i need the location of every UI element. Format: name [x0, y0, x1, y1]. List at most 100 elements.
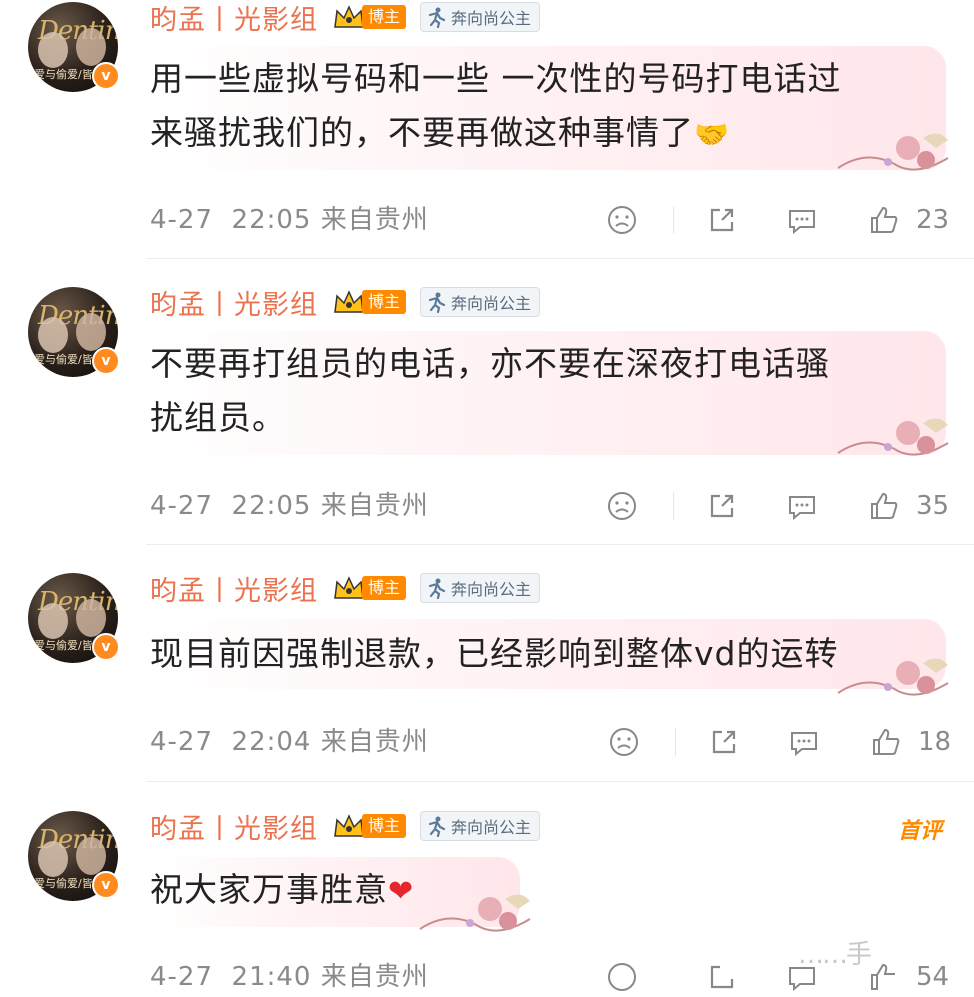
- comment-bubble-icon[interactable]: [788, 726, 820, 758]
- comment-date: 4-27: [150, 205, 214, 235]
- comment-header: 昀孟丨光影组 博主 奔向尚公主: [150, 283, 541, 322]
- share-icon[interactable]: [708, 726, 740, 758]
- comment-meta: 4-27 21:40 来自贵州: [150, 957, 429, 997]
- comment-text: 祝大家万事胜意❤: [150, 863, 414, 919]
- avatar-figure: [38, 841, 68, 877]
- thumbs-up-icon[interactable]: [868, 204, 900, 236]
- comment-footer: 4-27 22:04 来自贵州 18: [150, 722, 951, 762]
- comment-footer: 4-27 22:05 来自贵州 35: [150, 486, 950, 526]
- running-figure-icon: [428, 7, 446, 28]
- like-count: 54: [916, 962, 950, 992]
- comment-header: 昀孟丨光影组 博主 奔向尚公主: [150, 0, 541, 37]
- comment-text-span: 祝大家万事胜意: [150, 870, 388, 909]
- verified-icon: v: [92, 347, 120, 375]
- blogger-badge-label: 博主: [362, 814, 407, 838]
- blogger-badge-label: 博主: [362, 290, 407, 314]
- comment-footer: 4-27 22:05 来自贵州 23: [150, 200, 950, 240]
- avatar-caption: 爱与偷爱/皆: [34, 639, 93, 652]
- comment-text: 不要再打组员的电话，亦不要在深夜打电话骚 扰组员。: [150, 337, 830, 445]
- avatar-figure: [38, 317, 68, 353]
- username[interactable]: 昀孟丨光影组: [150, 807, 318, 846]
- avatar-caption: 爱与偷爱/皆: [34, 877, 93, 890]
- comment-header: 昀孟丨光影组 博主 奔向尚公主: [150, 807, 541, 846]
- share-icon[interactable]: [706, 204, 738, 236]
- divider: [675, 728, 676, 756]
- avatar-figure: [76, 837, 106, 875]
- comment-text-line: 祝大家万事胜意❤: [150, 863, 414, 919]
- username[interactable]: 昀孟丨光影组: [150, 283, 318, 322]
- comment-item: Dentin 爱与偷爱/皆 v 昀孟丨光影组 博主 奔向尚公主 不要再打组员的电…: [0, 285, 974, 545]
- comment-time: 22:05: [231, 491, 312, 521]
- avatar-figure: [76, 313, 106, 351]
- comment-text-line: 不要再打组员的电话，亦不要在深夜打电话骚: [150, 344, 830, 383]
- comment-item: Dentin 爱与偷爱/皆 v 昀孟丨光影组 博主 奔向尚公主 现目前因强制退款…: [0, 571, 974, 781]
- fan-badge-label: 奔向尚公主: [451, 294, 532, 313]
- fan-badge[interactable]: 奔向尚公主: [420, 573, 541, 603]
- sad-face-icon[interactable]: [608, 726, 640, 758]
- avatar-figure: [38, 32, 68, 68]
- avatar-figure: [76, 28, 106, 66]
- crown-icon: [334, 814, 364, 837]
- blogger-badge[interactable]: 博主: [332, 288, 407, 316]
- avatar-figure: [76, 599, 106, 637]
- comment-meta: 4-27 22:05 来自贵州: [150, 486, 429, 526]
- comment-item: Dentin 爱与偷爱/皆 v 昀孟丨光影组 博主 奔向尚公主 用一些虚拟号码和…: [0, 0, 974, 260]
- comment-divider: [146, 781, 974, 782]
- verified-icon: v: [92, 871, 120, 899]
- divider: [673, 206, 674, 234]
- comment-bubble-icon[interactable]: [786, 490, 818, 522]
- blogger-badge[interactable]: 博主: [332, 812, 407, 840]
- running-figure-icon: [428, 292, 446, 313]
- sad-face-icon[interactable]: [606, 204, 638, 236]
- comment-bubble-icon[interactable]: [786, 204, 818, 236]
- verified-icon: v: [92, 633, 120, 661]
- comment-text-line: 扰组员。: [150, 398, 286, 437]
- like-count: 35: [916, 491, 950, 521]
- comment-time: 22:05: [231, 205, 312, 235]
- watermark: ……手: [798, 940, 872, 970]
- avatar-figure: [38, 603, 68, 639]
- share-icon[interactable]: [706, 490, 738, 522]
- comment-text: 现目前因强制退款，已经影响到整体vd的运转: [150, 627, 838, 681]
- comment-text-line: 用一些虚拟号码和一些 一次性的号码打电话过: [150, 59, 842, 98]
- blogger-badge[interactable]: 博主: [332, 574, 407, 602]
- username[interactable]: 昀孟丨光影组: [150, 0, 318, 37]
- crown-icon: [334, 5, 364, 28]
- fan-badge[interactable]: 奔向尚公主: [420, 811, 541, 841]
- comment-date: 4-27: [150, 491, 214, 521]
- username[interactable]: 昀孟丨光影组: [150, 569, 318, 608]
- comment-location: 来自贵州: [320, 727, 429, 757]
- handshake-emoji: 🤝: [694, 118, 730, 151]
- crown-icon: [334, 576, 364, 599]
- comment-location: 来自贵州: [320, 491, 429, 521]
- like-count: 23: [916, 205, 950, 235]
- verified-icon: v: [92, 62, 120, 90]
- thumbs-up-icon[interactable]: [868, 490, 900, 522]
- comment-divider: [146, 544, 974, 545]
- blogger-badge[interactable]: 博主: [332, 3, 407, 31]
- comment-location: 来自贵州: [320, 205, 429, 235]
- fan-badge[interactable]: 奔向尚公主: [420, 2, 541, 32]
- comment-time: 21:40: [231, 962, 312, 992]
- bubble-decoration: [419, 894, 531, 932]
- fan-badge[interactable]: 奔向尚公主: [420, 287, 541, 317]
- comment-text-span: 来骚扰我们的，不要再做这种事情了: [150, 113, 694, 152]
- thumbs-up-icon[interactable]: [870, 726, 902, 758]
- comment-time: 22:04: [231, 727, 312, 757]
- sad-face-icon[interactable]: [606, 490, 638, 522]
- bubble-decoration: [837, 133, 949, 171]
- blogger-badge-label: 博主: [362, 5, 407, 29]
- share-icon[interactable]: [706, 961, 738, 993]
- comment-date: 4-27: [150, 727, 214, 757]
- divider: [673, 492, 674, 520]
- running-figure-icon: [428, 816, 446, 837]
- comment-meta: 4-27 22:04 来自贵州: [150, 722, 429, 762]
- fan-badge-label: 奔向尚公主: [451, 9, 532, 28]
- thumbs-up-icon[interactable]: [868, 961, 900, 993]
- blogger-badge-label: 博主: [362, 576, 407, 600]
- sad-face-icon[interactable]: [606, 961, 638, 993]
- first-comment-tag: 首评: [897, 819, 942, 844]
- comment-header: 昀孟丨光影组 博主 奔向尚公主: [150, 569, 541, 608]
- avatar-caption: 爱与偷爱/皆: [34, 353, 93, 366]
- comment-date: 4-27: [150, 962, 214, 992]
